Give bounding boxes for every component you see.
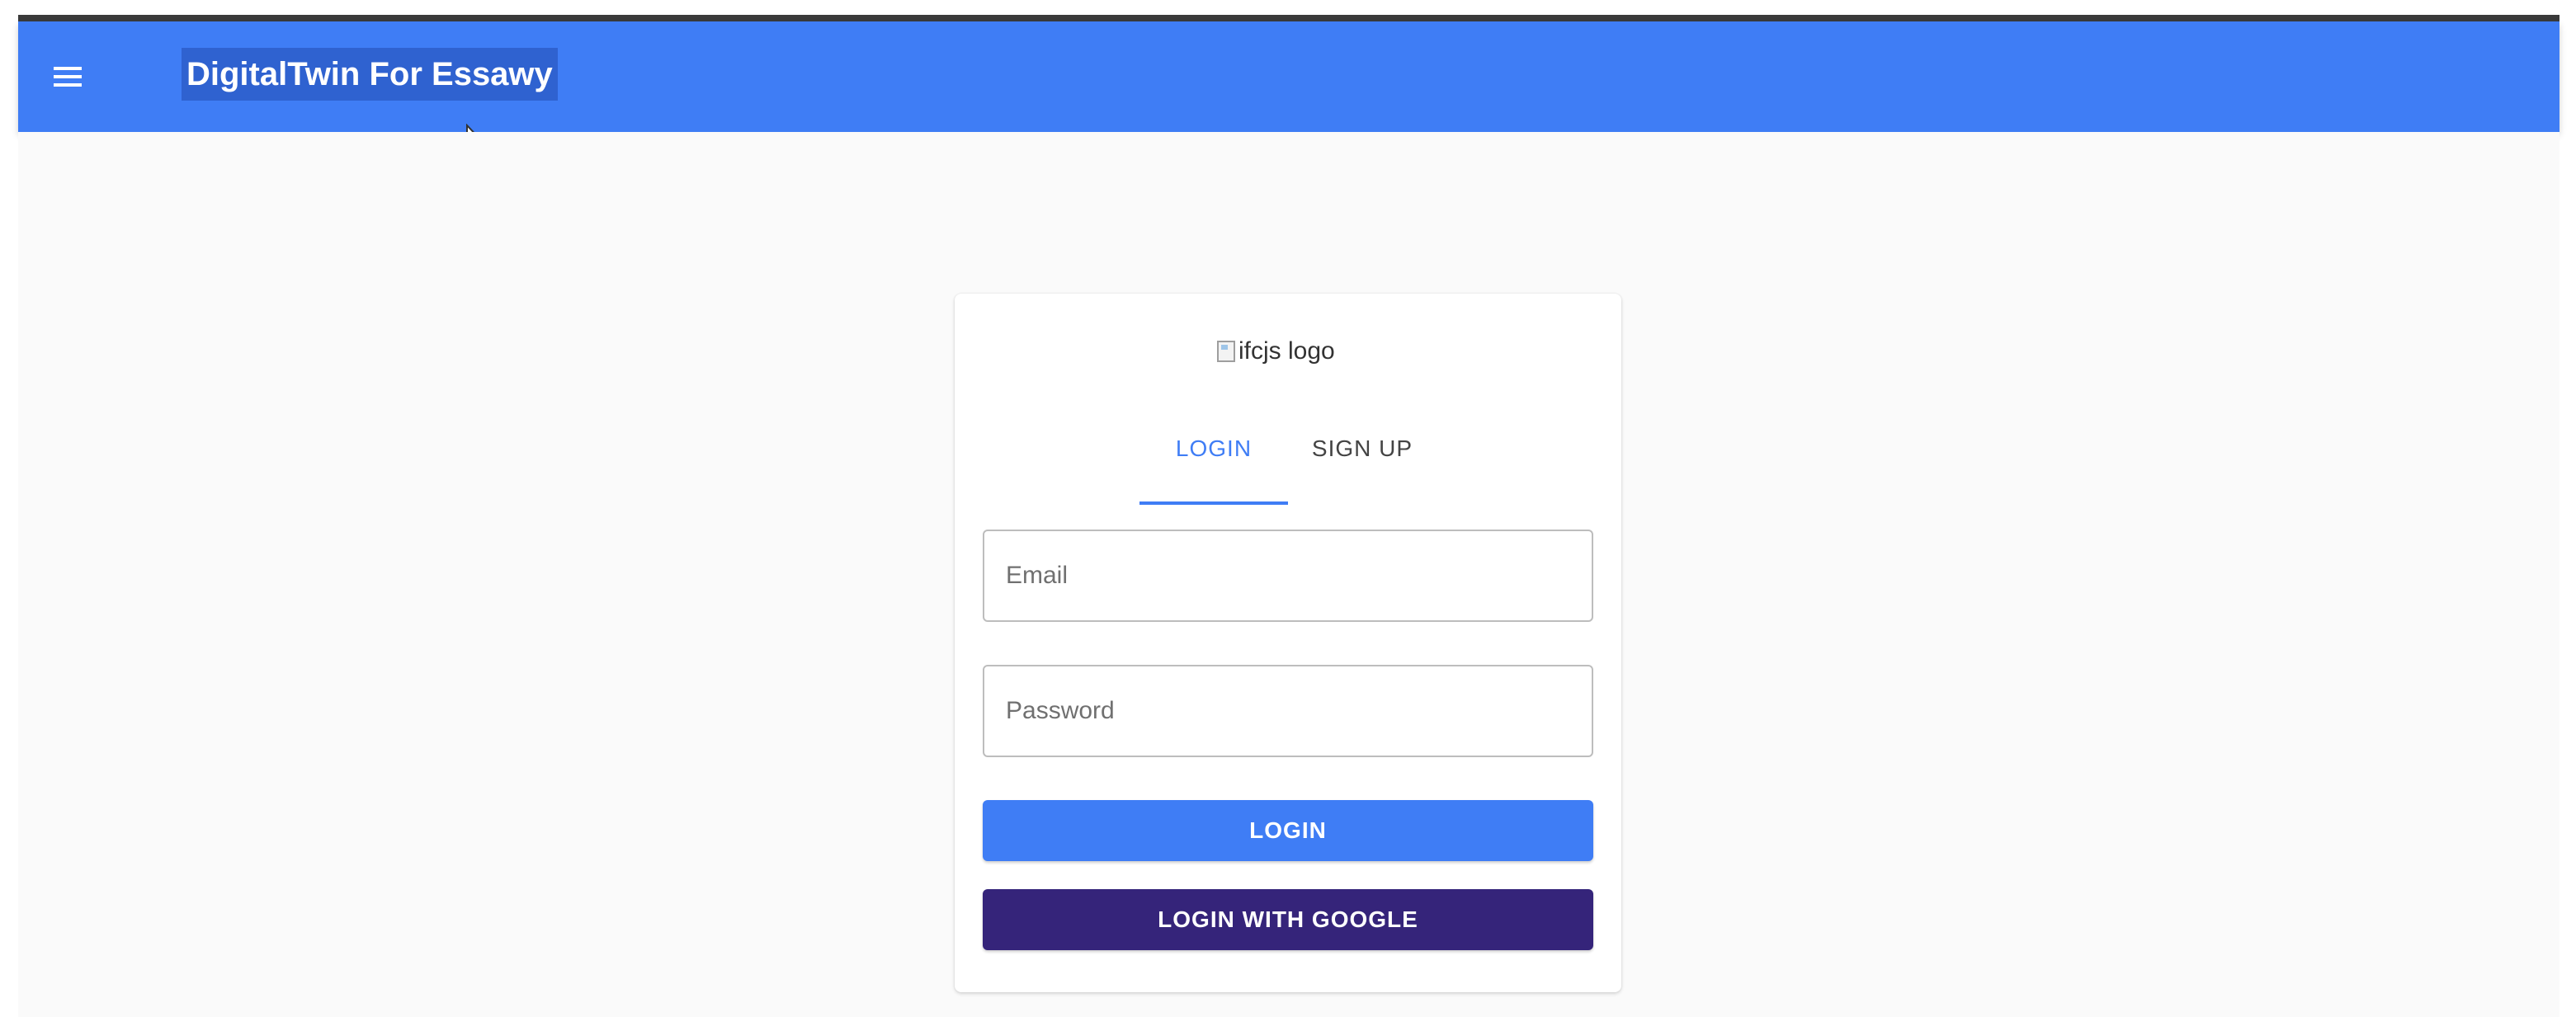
active-tab-indicator (1139, 501, 1288, 505)
tab-login[interactable]: LOGIN (1139, 417, 1288, 480)
app-bar: DigitalTwin For Essawy (18, 21, 2559, 132)
menu-icon (54, 66, 82, 87)
email-field (983, 530, 1593, 622)
auth-tabs: LOGIN SIGN UP (1139, 417, 1437, 480)
window-top-border (18, 15, 2559, 21)
app-title: DigitalTwin For Essawy (182, 48, 558, 101)
login-with-google-button[interactable]: LOGIN WITH GOOGLE (983, 889, 1593, 950)
browser-viewport: DigitalTwin For Essawy ifcjs logo LOGIN … (0, 0, 2576, 1017)
password-field (983, 665, 1593, 757)
login-button[interactable]: LOGIN (983, 800, 1593, 861)
password-input[interactable] (984, 666, 1592, 756)
broken-image-icon (1217, 341, 1235, 362)
menu-button[interactable] (43, 56, 92, 97)
login-card: ifcjs logo LOGIN SIGN UP LOGIN LOGIN WIT… (955, 294, 1621, 992)
logo-image: ifcjs logo (1217, 335, 1335, 368)
logo-alt-text: ifcjs logo (1238, 337, 1335, 365)
tab-sign-up[interactable]: SIGN UP (1288, 417, 1437, 480)
email-input[interactable] (984, 531, 1592, 620)
